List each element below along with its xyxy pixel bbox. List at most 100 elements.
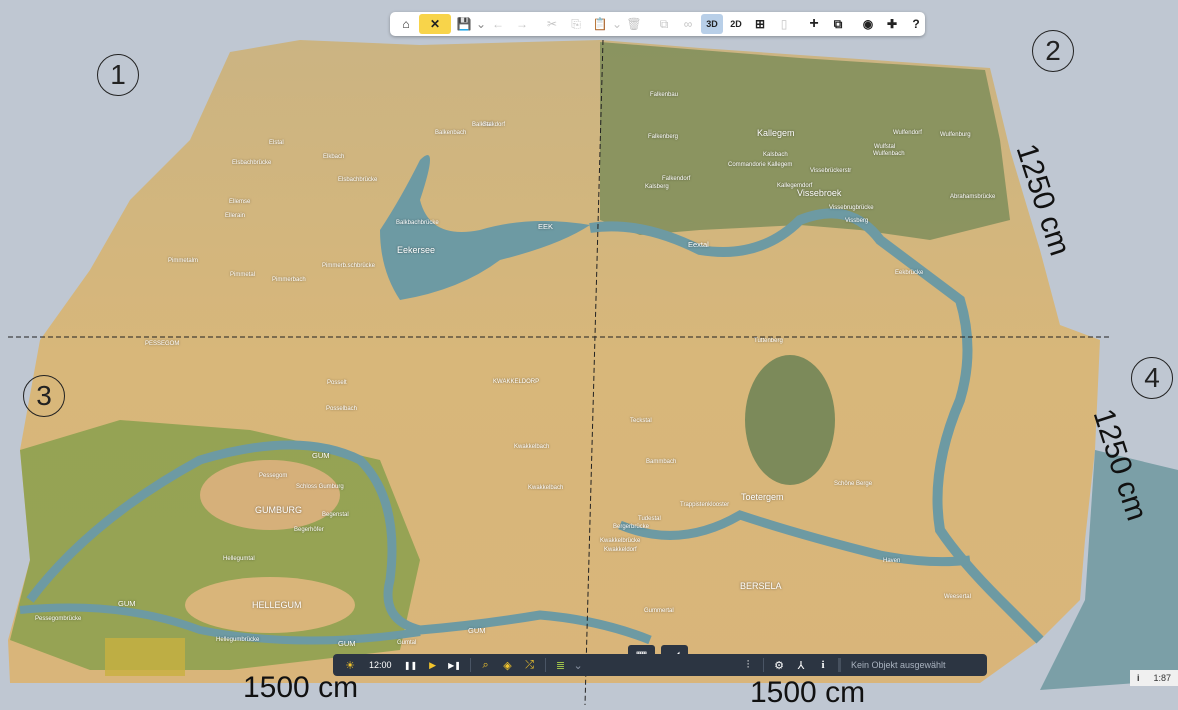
paste-button[interactable]: 📋 [589, 14, 611, 34]
shuffle-button[interactable]: ⤮ [521, 656, 539, 674]
map-label: Bammbach [646, 459, 677, 465]
map-label: Kwakkeldorf [604, 547, 637, 553]
map-label: Falkendorf [662, 176, 691, 182]
map-label: Eextal [688, 240, 709, 249]
map-label: Abrahamsbrücke [950, 194, 996, 200]
redo-icon: → [516, 17, 528, 31]
divider [838, 658, 841, 672]
search-button[interactable]: ⌕ [477, 656, 495, 674]
settings-button[interactable]: ⚙ [770, 656, 788, 674]
terrain-3d-view[interactable] [0, 0, 1178, 710]
mixer-button[interactable]: ⫶ [739, 656, 757, 674]
cut-icon: ✂ [546, 17, 558, 31]
map-label: BERSELA [740, 581, 782, 591]
map-label: GUM [468, 626, 486, 635]
chevron-down-icon: ⌄ [611, 17, 623, 31]
add-button[interactable]: + [803, 14, 825, 34]
axes-button[interactable]: ⅄ [792, 656, 810, 674]
map-label: Elstal [269, 140, 284, 146]
help-icon: ? [912, 17, 920, 31]
time-display[interactable]: 12:00 [369, 660, 392, 670]
windows-button[interactable]: ⧉ [827, 14, 849, 34]
list-icon: ≣ [555, 659, 566, 672]
home-icon: ⌂ [402, 17, 410, 31]
group-button[interactable]: ⧉ [653, 14, 675, 34]
save-menu-button[interactable]: ⌄ [475, 14, 487, 34]
map-label: Wulfstal [874, 144, 896, 150]
train-button[interactable]: ▯ [773, 14, 795, 34]
scale-readout: 1:87 [1153, 673, 1171, 683]
view-2d-button[interactable]: 2D [725, 14, 747, 34]
pause-button[interactable]: ❚❚ [402, 656, 420, 674]
selection-status: Kein Objekt ausgewählt [851, 660, 946, 670]
map-label: Kalsbach [763, 152, 788, 158]
map-label: GUM [312, 451, 330, 460]
paste-menu-button[interactable]: ⌄ [611, 14, 623, 34]
map-label: Pimmerbach [272, 277, 306, 283]
map-label: Pimmetalm [168, 258, 199, 264]
play-button[interactable]: ▶ [424, 656, 442, 674]
plugins-button[interactable]: ✚ [881, 14, 903, 34]
list-menu-button[interactable]: ⌄ [574, 656, 583, 674]
map-label: Kwakkelbach [528, 485, 564, 491]
divider [763, 658, 764, 672]
step-button[interactable]: ▶❚ [446, 656, 464, 674]
map-label: Vissebroek [797, 188, 842, 198]
quadrant-marker-2: 2 [1032, 30, 1074, 72]
pause-icon: ❚❚ [403, 660, 418, 670]
info-icon[interactable]: i [1137, 673, 1140, 683]
chevron-down-icon: ⌄ [475, 17, 487, 31]
view-3d-button[interactable]: 3D [701, 14, 723, 34]
info-icon: i [821, 659, 825, 671]
train-icon: ▯ [780, 17, 788, 31]
cut-button[interactable]: ✂ [541, 14, 563, 34]
map-label: Ellemse [229, 199, 251, 205]
map-label: GUM [118, 599, 136, 608]
quadrant-marker-1: 1 [97, 54, 139, 96]
daylight-button[interactable]: ☀ [341, 656, 359, 674]
tools-button[interactable]: ✕ [419, 14, 451, 34]
grid-icon: ⊞ [754, 17, 766, 31]
home-button[interactable]: ⌂ [395, 14, 417, 34]
puzzle-icon: ✚ [886, 17, 898, 31]
redo-button[interactable]: → [511, 14, 533, 34]
list-button[interactable]: ≣ [552, 656, 570, 674]
help-button[interactable]: ? [905, 14, 927, 34]
dimension-bottom-left: 1500 cm [243, 671, 359, 704]
chevron-down-icon: ⌄ [573, 659, 583, 672]
grid-button[interactable]: ⊞ [749, 14, 771, 34]
sliders-icon: ⫶ [746, 658, 750, 671]
divider [469, 658, 471, 672]
link-icon: ∞ [683, 17, 693, 31]
map-label: Kwakkelbach [514, 444, 550, 450]
map-label: Commandorie Kallegem [728, 162, 793, 168]
camera-button[interactable]: ◉ [857, 14, 879, 34]
gear-icon: ⚙ [774, 659, 784, 672]
info-button[interactable]: i [814, 656, 832, 674]
map-label: Kallegemdorf [777, 183, 813, 189]
map-label: Posselt [327, 380, 347, 386]
delete-button[interactable]: 🗑 [623, 14, 645, 34]
undo-button[interactable]: ← [487, 14, 509, 34]
map-label: EEK [538, 222, 554, 231]
windows-icon: ⧉ [833, 16, 843, 31]
step-forward-icon: ▶❚ [448, 660, 461, 670]
play-icon: ▶ [429, 659, 436, 670]
map-label: Eekbrücke [895, 270, 924, 276]
link-button[interactable]: ∞ [677, 14, 699, 34]
dimension-bottom-right: 1500 cm [750, 676, 866, 709]
search-icon: ⌕ [482, 658, 489, 671]
plus-icon: + [809, 15, 819, 32]
map-label: Schöne Berge [834, 481, 873, 487]
copy-button[interactable]: ⎘ [565, 14, 587, 34]
map-label: Falkenbau [650, 92, 679, 98]
map-label: Bergerbrücke [613, 524, 650, 530]
layers-button[interactable]: ◈ [499, 656, 517, 674]
map-label: Wulfenburg [940, 132, 971, 138]
farmland-gumburg [200, 460, 340, 530]
map-label: Balkbachbrücke [396, 220, 439, 226]
map-label: Toetergem [741, 492, 784, 502]
map-label: GUMBURG [255, 505, 302, 515]
map-label: Weesertal [944, 594, 971, 600]
save-button[interactable]: 💾 [453, 14, 475, 34]
